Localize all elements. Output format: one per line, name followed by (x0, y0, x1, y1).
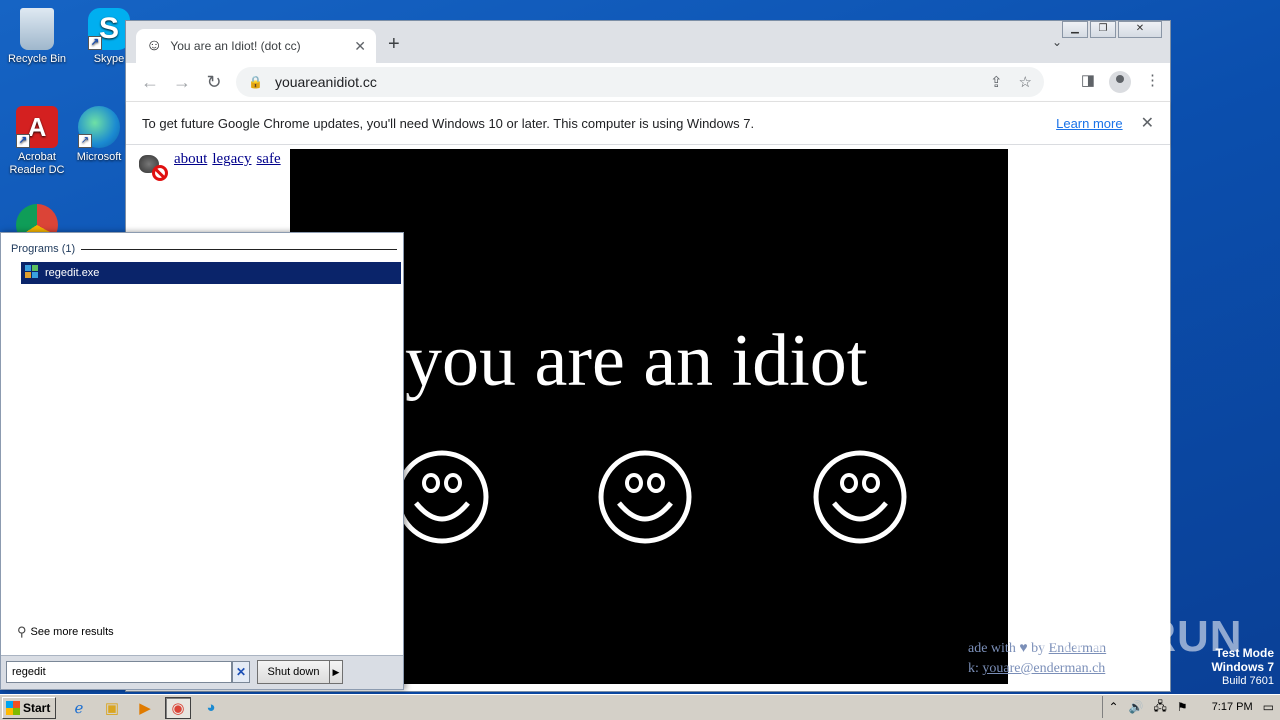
show-desktop-icon[interactable]: ▭ (1263, 700, 1274, 714)
infobar-message: To get future Google Chrome updates, you… (142, 115, 755, 131)
media-player-icon[interactable]: ▶ (132, 697, 158, 719)
browser-tab[interactable]: ☺ You are an Idiot! (dot cc) ✕ (136, 29, 376, 63)
muted-speaker-icon[interactable] (136, 149, 168, 181)
back-arrow-icon[interactable]: ← (134, 72, 166, 93)
smiley-face-icon (395, 450, 489, 544)
desktop-icon-recycle-bin[interactable]: Recycle Bin (0, 8, 74, 66)
url-text[interactable]: youareanidiot.cc (275, 74, 974, 90)
taskbar: Start ℯ ▣ ▶ ◉ ◕ ⌃ 🔊 🖧 ⚑ 7:17 PM ▭ (0, 694, 1280, 720)
clock[interactable]: 7:17 PM (1212, 701, 1253, 713)
reload-icon[interactable]: ↻ (198, 72, 230, 93)
test-mode-text: Test Mode (1215, 646, 1274, 660)
update-infobar: To get future Google Chrome updates, you… (126, 101, 1170, 145)
regedit-icon (25, 265, 41, 281)
side-panel-icon[interactable]: ◨ (1081, 71, 1095, 93)
share-icon[interactable]: ⇪ (990, 73, 1003, 91)
search-results: Programs (1) regedit.exe ⚲ See more resu… (5, 237, 401, 655)
email-link[interactable]: youare@enderman.ch (982, 661, 1105, 676)
result-regedit[interactable]: regedit.exe (21, 262, 401, 284)
smiley-favicon-icon: ☺ (146, 37, 163, 54)
smiley-face-icon (598, 450, 692, 544)
desktop-icon-label: Recycle Bin (7, 53, 67, 65)
smiley-face-icon (813, 450, 907, 544)
learn-more-link[interactable]: Learn more (1056, 116, 1122, 131)
edge-icon: ↗ (78, 106, 120, 148)
build-text: Build 7601 (1222, 675, 1274, 687)
magnifier-icon: ⚲ (17, 624, 27, 639)
start-button[interactable]: Start (2, 696, 56, 719)
shutdown-options-arrow-icon[interactable]: ▶ (330, 667, 342, 678)
tab-strip: ☺ You are an Idiot! (dot cc) ✕ + ⌄ ▁ ❐ ✕ (126, 21, 1170, 63)
bookmark-star-icon[interactable]: ☆ (1019, 73, 1032, 91)
internet-explorer-icon[interactable]: ℯ (66, 697, 92, 719)
browser-toolbar: ← → ↻ 🔒 youareanidiot.cc ⇪ ☆ ◨ ⋮ (126, 63, 1170, 101)
start-menu: Programs (1) regedit.exe ⚲ See more resu… (0, 232, 404, 690)
close-infobar-icon[interactable]: ✕ (1141, 113, 1154, 133)
headline-text: you are an idiot (405, 320, 868, 402)
profile-avatar-icon[interactable] (1109, 71, 1131, 93)
shutdown-label: Shut down (258, 661, 330, 683)
minimize-button[interactable]: ▁ (1062, 21, 1088, 38)
window-controls: ▁ ❐ ✕ (1060, 21, 1162, 38)
skype-icon: S ↗ (88, 8, 130, 50)
acrobat-icon: A ↗ (16, 106, 58, 148)
see-more-results[interactable]: ⚲ See more results (17, 624, 114, 640)
clear-search-icon[interactable]: ✕ (232, 661, 250, 683)
close-window-button[interactable]: ✕ (1118, 21, 1162, 38)
start-menu-footer: regedit ✕ Shut down ▶ (1, 655, 403, 689)
programs-section-header: Programs (1) (11, 243, 397, 255)
menu-kebab-icon[interactable]: ⋮ (1145, 71, 1160, 93)
shutdown-button[interactable]: Shut down ▶ (257, 660, 343, 684)
tab-title: You are an Idiot! (dot cc) (170, 39, 301, 53)
windows-flag-icon (6, 700, 20, 715)
footer-text: k: (968, 661, 979, 676)
result-label: regedit.exe (45, 267, 100, 279)
lock-icon[interactable]: 🔒 (248, 75, 263, 89)
recycle-bin-icon (20, 8, 54, 50)
network-icon[interactable]: 🖧 (1154, 697, 1167, 718)
see-more-label: See more results (30, 626, 114, 638)
explorer-folder-icon[interactable]: ▣ (99, 697, 125, 719)
legacy-link[interactable]: legacy (212, 149, 251, 169)
about-link[interactable]: about (174, 149, 207, 169)
safe-link[interactable]: safe (256, 149, 280, 169)
forward-arrow-icon[interactable]: → (166, 72, 198, 93)
system-tray: ⌃ 🔊 🖧 ⚑ 7:17 PM ▭ (1101, 696, 1280, 718)
quick-launch: ℯ ▣ ▶ ◉ ◕ (66, 696, 224, 719)
new-tab-icon[interactable]: + (388, 33, 400, 56)
start-search-input[interactable]: regedit (6, 661, 232, 683)
section-header-text: Programs (1) (11, 243, 76, 255)
test-mode-label: Test Mode Windows 7 Build 7601 (1211, 646, 1274, 688)
footer-text: ade with (968, 641, 1016, 656)
volume-icon[interactable]: 🔊 (1129, 700, 1144, 714)
action-center-flag-icon[interactable]: ⚑ (1177, 700, 1188, 714)
tray-expand-icon[interactable]: ⌃ (1109, 700, 1119, 714)
page-nav: about legacy safe (136, 149, 286, 181)
close-tab-icon[interactable]: ✕ (354, 38, 366, 55)
address-bar[interactable]: 🔒 youareanidiot.cc ⇪ ☆ (236, 67, 1044, 97)
edge-taskbar-icon[interactable]: ◕ (198, 697, 224, 719)
chrome-taskbar-icon[interactable]: ◉ (165, 696, 191, 719)
toolbar-right-actions: ◨ ⋮ (1081, 71, 1160, 93)
start-label: Start (23, 700, 51, 715)
restore-button[interactable]: ❐ (1090, 21, 1116, 38)
os-text: Windows 7 (1211, 660, 1274, 674)
